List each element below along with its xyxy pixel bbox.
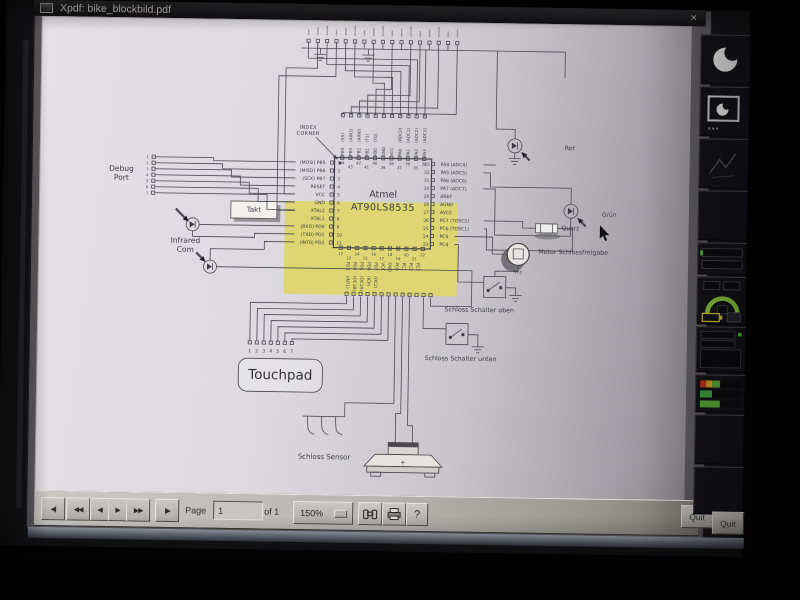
dock-tile-blank-2[interactable] <box>694 414 745 465</box>
bargraph-icon <box>696 375 745 412</box>
close-icon[interactable]: × <box>690 12 697 24</box>
nav-last-button[interactable]: |▶ <box>155 499 179 522</box>
gauge-icon <box>697 277 746 324</box>
window-menu-icon[interactable] <box>40 3 53 13</box>
mini-window-icon <box>700 87 749 136</box>
dock-quit-button[interactable]: Quit <box>712 512 744 535</box>
zoom-dropdown[interactable]: 150% <box>293 501 353 525</box>
about-button[interactable]: ? <box>406 503 428 526</box>
binoculars-icon <box>362 508 378 520</box>
print-button[interactable] <box>382 502 406 525</box>
dock-tile-sketch[interactable] <box>698 138 749 189</box>
dock-tile-blank[interactable] <box>697 190 748 241</box>
meter-rows-icon <box>698 243 746 274</box>
nav-back10-button[interactable]: ◀◀ <box>66 497 90 520</box>
find-button[interactable] <box>358 502 382 525</box>
dock-tile-status[interactable] <box>695 326 746 373</box>
page-label: Page <box>185 505 206 515</box>
sketch-icon <box>699 139 748 188</box>
gnustep-logo-icon <box>701 35 750 84</box>
dock-tile-gauge-monitor[interactable] <box>696 276 747 325</box>
dock-tile-load-monitor[interactable] <box>695 374 746 413</box>
page-input[interactable] <box>213 501 263 521</box>
nav-next-button[interactable]: ▶ <box>108 498 127 521</box>
windowmaker-dock <box>693 34 751 515</box>
nav-first-button[interactable]: ◀| <box>41 497 65 520</box>
dock-tile-gnustep[interactable] <box>700 34 751 85</box>
dock-tile-terminal[interactable] <box>699 86 750 137</box>
option-menu-dash-icon <box>334 509 347 517</box>
dock-tile-meter[interactable] <box>697 242 747 275</box>
printer-icon <box>386 507 402 520</box>
desktop-screen: Xpdf: bike_blockbild.pdf × <box>0 0 750 557</box>
status-rows-icon <box>696 327 745 372</box>
pdf-page-canvas[interactable] <box>34 16 691 500</box>
dock-tile-blank-3[interactable] <box>693 466 744 515</box>
nav-fwd10-button[interactable]: ▶▶ <box>126 498 150 521</box>
page-total-label: of 1 <box>264 506 279 516</box>
monitor-photo: Xpdf: bike_blockbild.pdf × <box>0 0 800 600</box>
nav-prev-button[interactable]: ◀ <box>90 498 109 521</box>
zoom-value: 150% <box>300 508 334 519</box>
